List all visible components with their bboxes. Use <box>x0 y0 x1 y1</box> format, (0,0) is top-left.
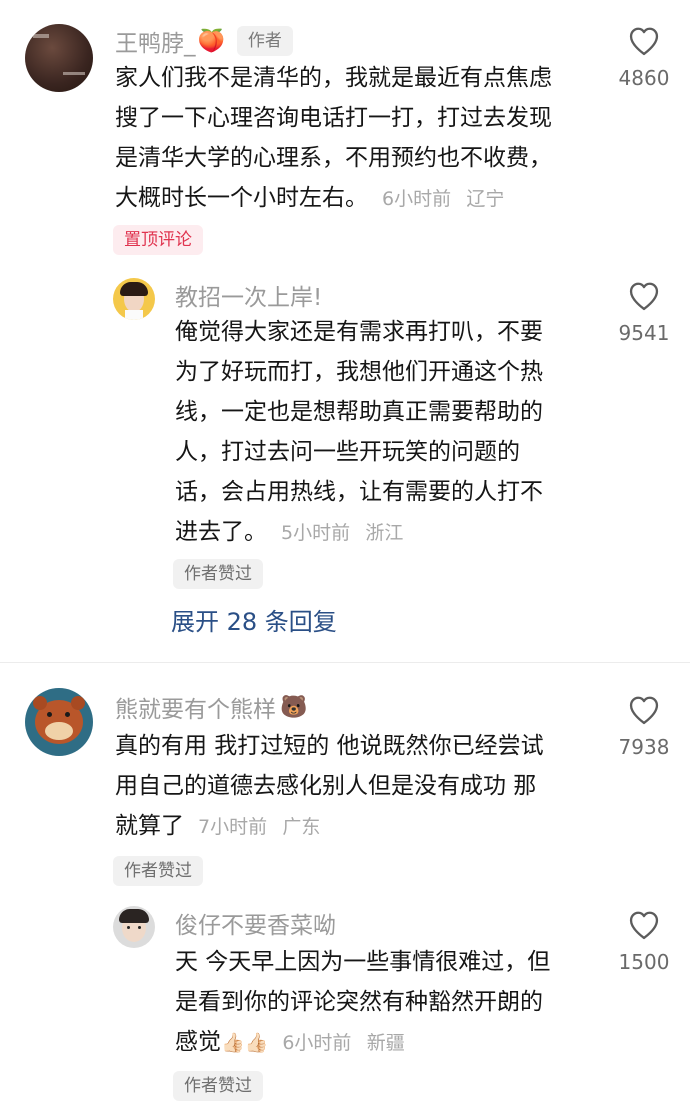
pinned-badge-wrap: 置顶评论 <box>113 225 203 255</box>
reply-line: 俺觉得大家还是有需求再打叭，不要 <box>175 319 543 345</box>
comment-line: 真的有用 我打过短的 他说既然你已经尝试 <box>115 733 544 759</box>
username[interactable]: 熊就要有个熊样 <box>115 690 276 724</box>
like-count: 9541 <box>618 321 670 345</box>
heart-outline-icon <box>629 282 659 311</box>
reply-text[interactable]: 俺觉得大家还是有需求再打叭，不要 为了好玩而打，我想他们开通这个热 线，一定也是… <box>175 312 605 553</box>
heart-outline-icon <box>629 696 659 725</box>
reply-avatar[interactable] <box>113 906 155 948</box>
reply-time: 5小时前 <box>281 522 351 544</box>
comment-line-last: 大概时长一个小时左右。 6小时前 辽宁 <box>115 178 605 219</box>
reply-line: 人，打过去问一些开玩笑的问题的 <box>175 439 520 465</box>
comment-header: 熊就要有个熊样 🐻 <box>115 690 307 724</box>
like-count: 1500 <box>618 950 670 974</box>
divider <box>0 662 690 663</box>
reply-line: 为了好玩而打，我想他们开通这个热 <box>175 359 543 385</box>
pinned-badge: 置顶评论 <box>113 225 203 255</box>
reply-line: 是看到你的评论突然有种豁然开朗的 <box>175 989 543 1015</box>
comment-text[interactable]: 家人们我不是清华的，我就是最近有点焦虑 搜了一下心理咨询电话打一打，打过去发现 … <box>115 58 605 219</box>
comment-line: 大概时长一个小时左右。 <box>115 185 368 211</box>
comment-time: 6小时前 <box>382 188 452 210</box>
reply-line: 感觉 <box>175 1029 221 1055</box>
reply-line-last: 感觉👍🏻👍🏻 6小时前 新疆 <box>175 1022 605 1063</box>
comment-line: 家人们我不是清华的，我就是最近有点焦虑 <box>115 65 552 91</box>
reply-emoji: 👍🏻👍🏻 <box>221 1032 269 1054</box>
name-emoji: 🐻 <box>280 694 308 720</box>
comment-line: 就算了 <box>115 813 184 839</box>
author-liked-badge: 作者赞过 <box>113 856 203 886</box>
comment-location: 辽宁 <box>466 188 505 210</box>
avatar[interactable] <box>25 688 93 756</box>
name-emoji: 🍑 <box>197 28 225 54</box>
author-liked-badge: 作者赞过 <box>173 1071 263 1101</box>
author-tag: 作者 <box>236 26 293 56</box>
like-button[interactable]: 7938 <box>609 695 679 759</box>
like-count: 7938 <box>618 735 670 759</box>
author-liked-badge: 作者赞过 <box>173 559 263 589</box>
like-count: 4860 <box>618 66 670 90</box>
reply-location: 浙江 <box>365 522 404 544</box>
comment-line: 搜了一下心理咨询电话打一打，打过去发现 <box>115 105 552 131</box>
reply-header: 教招一次上岸! <box>175 278 322 312</box>
heart-outline-icon <box>629 27 659 56</box>
comment-line: 是清华大学的心理系，不用预约也不收费， <box>115 145 552 171</box>
comment-text[interactable]: 真的有用 我打过短的 他说既然你已经尝试 用自己的道德去感化别人但是没有成功 那… <box>115 726 605 847</box>
reply-avatar[interactable] <box>113 278 155 320</box>
like-button[interactable]: 4860 <box>609 26 679 90</box>
reply-header: 俊仔不要香菜呦 <box>175 906 336 940</box>
like-button[interactable]: 9541 <box>609 281 679 345</box>
reply-location: 新疆 <box>366 1032 405 1054</box>
reply-username[interactable]: 教招一次上岸! <box>175 278 322 312</box>
expand-replies-link[interactable]: 展开 28 条回复 <box>171 602 337 637</box>
reply-line: 线，一定也是想帮助真正需要帮助的 <box>175 399 543 425</box>
reply-line: 进去了。 <box>175 519 267 545</box>
liked-badge-wrap: 作者赞过 <box>113 856 203 886</box>
liked-badge-wrap: 作者赞过 <box>173 559 263 589</box>
avatar[interactable] <box>25 24 93 92</box>
comment-line: 用自己的道德去感化别人但是没有成功 那 <box>115 773 537 799</box>
liked-badge-wrap: 作者赞过 <box>173 1071 263 1101</box>
heart-outline-icon <box>629 911 659 940</box>
username[interactable]: 王鸭脖_ <box>115 24 196 58</box>
reply-line: 天 今天早上因为一些事情很难过，但 <box>175 949 551 975</box>
comment-header: 王鸭脖_ 🍑 作者 <box>115 24 293 58</box>
reply-time: 6小时前 <box>282 1032 352 1054</box>
like-button[interactable]: 1500 <box>609 910 679 974</box>
reply-line-last: 进去了。 5小时前 浙江 <box>175 512 605 553</box>
comment-line-last: 就算了 7小时前 广东 <box>115 806 605 847</box>
reply-line: 话，会占用热线，让有需要的人打不 <box>175 479 543 505</box>
comment-location: 广东 <box>282 816 321 838</box>
comment-time: 7小时前 <box>198 816 268 838</box>
reply-username[interactable]: 俊仔不要香菜呦 <box>175 906 336 940</box>
reply-text[interactable]: 天 今天早上因为一些事情很难过，但 是看到你的评论突然有种豁然开朗的 感觉👍🏻👍… <box>175 942 605 1063</box>
